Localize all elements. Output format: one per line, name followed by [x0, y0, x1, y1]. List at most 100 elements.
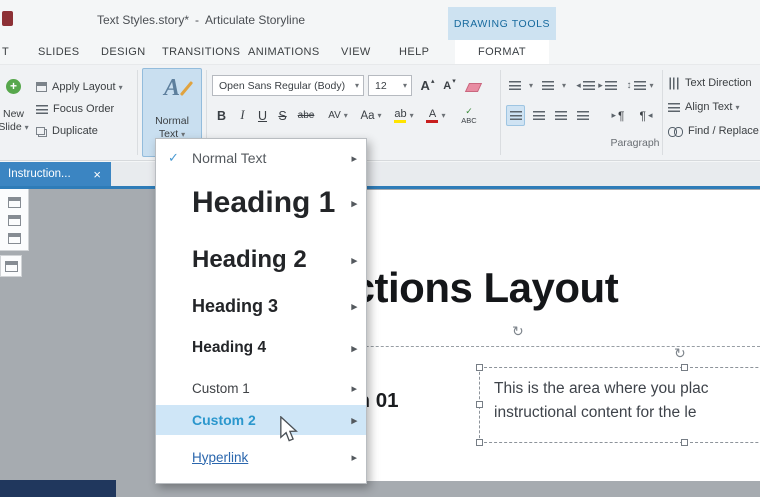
submenu-arrow-icon: ▸ — [351, 414, 357, 427]
app-name: Articulate Storyline — [205, 13, 306, 27]
bullet-list-icon — [508, 81, 521, 90]
line-spacing-button[interactable]: ↕ ▾ — [624, 75, 656, 96]
align-justify-button[interactable] — [573, 105, 592, 126]
align-text-label: Align Text — [685, 101, 733, 113]
menu-item-label: Normal Text — [192, 150, 267, 166]
document-title: Text Styles.story* — [97, 13, 190, 27]
focus-order-icon — [36, 104, 48, 114]
numbering-button[interactable]: ▾ — [541, 75, 567, 96]
rotate-handle[interactable]: ↻ — [512, 324, 524, 338]
kerning-label: AV — [328, 110, 341, 121]
font-name-value: Open Sans Regular (Body) — [219, 79, 346, 92]
ltr-arrow-icon: ▸ — [611, 110, 617, 120]
dropdown-arrow-icon: ▾ — [354, 81, 359, 90]
tab-slides[interactable]: SLIDES — [38, 40, 80, 64]
tab-partial[interactable]: T — [2, 40, 9, 64]
tab-transitions[interactable]: TRANSITIONS — [162, 40, 240, 64]
find-replace-label: Find / Replace — [688, 125, 759, 137]
strikethrough-button[interactable]: S — [273, 105, 292, 126]
close-tab-button[interactable]: × — [91, 168, 103, 181]
pilcrow-icon: ¶ — [618, 108, 625, 123]
align-left-button[interactable] — [506, 105, 525, 126]
apply-layout-button[interactable]: Apply Layout ▾ — [36, 77, 123, 97]
tab-design[interactable]: DESIGN — [101, 40, 146, 64]
binoculars-icon — [668, 126, 683, 137]
focus-order-label: Focus Order — [53, 103, 115, 115]
ltr-paragraph-button[interactable]: ▸ ¶ — [606, 105, 630, 126]
align-center-button[interactable] — [529, 105, 548, 126]
menu-item-custom-2[interactable]: Custom 2 ▸ — [156, 405, 366, 435]
spelling-button[interactable]: ✓ ABC — [454, 105, 484, 126]
focus-order-button[interactable]: Focus Order — [36, 99, 114, 119]
menu-item-label: Custom 1 — [192, 380, 250, 396]
rotate-handle[interactable]: ↻ — [674, 346, 686, 360]
font-color-button[interactable]: A ▾ — [423, 105, 449, 126]
document-tab[interactable]: Instruction... × — [0, 162, 111, 186]
new-slide-button[interactable]: + New Slide ▾ — [0, 67, 33, 156]
document-tab-label: Instruction... — [8, 168, 71, 180]
text-direction-label: Text Direction — [685, 77, 752, 89]
menu-item-heading-1[interactable]: Heading 1 ▸ — [156, 173, 366, 233]
menu-item-heading-2[interactable]: Heading 2 ▸ — [156, 233, 366, 287]
panel-icon[interactable] — [8, 197, 21, 208]
tab-view[interactable]: VIEW — [341, 40, 371, 64]
align-text-button[interactable]: Align Text ▾ — [668, 97, 740, 117]
tab-help[interactable]: HELP — [399, 40, 429, 64]
tab-animations[interactable]: ANIMATIONS — [248, 40, 320, 64]
menu-item-label: Hyperlink — [192, 449, 249, 465]
group-divider — [500, 70, 501, 155]
grow-font-label: A — [420, 78, 430, 93]
decrease-indent-button[interactable]: ◂ — [576, 75, 595, 96]
clear-formatting-button[interactable] — [464, 77, 483, 98]
menu-item-heading-3[interactable]: Heading 3 ▸ — [156, 287, 366, 325]
change-case-button[interactable]: Aa ▾ — [357, 105, 385, 126]
drawing-tools-context-tab[interactable]: DRAWING TOOLS — [448, 7, 556, 40]
spelling-label: ABC — [461, 115, 477, 125]
selection-handle[interactable] — [476, 364, 483, 371]
align-justify-icon — [576, 111, 589, 120]
menu-item-hyperlink[interactable]: Hyperlink ▸ — [156, 435, 366, 479]
highlight-color-button[interactable]: ab ▾ — [390, 105, 418, 126]
letter-a-icon: A — [163, 75, 180, 101]
bold-button[interactable]: B — [212, 105, 231, 126]
font-size-combo[interactable]: 12 ▾ — [368, 75, 412, 96]
menu-item-heading-4[interactable]: Heading 4 ▸ — [156, 325, 366, 371]
italic-button[interactable]: I — [233, 105, 252, 126]
layout-icon — [36, 82, 47, 92]
rtl-paragraph-button[interactable]: ¶ ◂ — [634, 105, 658, 126]
menu-item-label: Heading 3 — [192, 295, 279, 316]
selection-handle[interactable] — [681, 364, 688, 371]
panel-icon[interactable] — [8, 215, 21, 226]
selection-handle[interactable] — [476, 401, 483, 408]
panel-icon[interactable] — [8, 233, 21, 244]
tab-format[interactable]: FORMAT — [455, 40, 549, 64]
duplicate-label: Duplicate — [52, 125, 98, 137]
text-direction-button[interactable]: Text Direction — [668, 73, 752, 93]
selection-handle[interactable] — [681, 439, 688, 446]
font-name-combo[interactable]: Open Sans Regular (Body) ▾ — [212, 75, 364, 96]
textbox-line: instructional content for the le — [494, 404, 697, 422]
eraser-icon — [464, 83, 483, 92]
text-style-icon: A — [163, 75, 194, 109]
storyline-window: Text Styles.story* - Articulate Storyline … — [0, 0, 760, 497]
menu-item-custom-1[interactable]: Custom 1 ▸ — [156, 371, 366, 405]
selection-handle[interactable] — [476, 439, 483, 446]
abe-strike-button[interactable]: abe — [293, 105, 319, 126]
panel-icon — [5, 261, 18, 272]
collapsed-panel-button[interactable] — [0, 255, 22, 277]
shrink-font-button[interactable]: A ▾ — [440, 75, 459, 96]
grow-font-button[interactable]: A ▴ — [418, 75, 437, 96]
instruction-text-placeholder[interactable]: This is the area where you plac instruct… — [479, 367, 760, 443]
kerning-button[interactable]: AV ▾ — [323, 105, 353, 126]
menu-item-normal-text[interactable]: ✓ Normal Text ▸ — [156, 143, 366, 173]
increase-indent-button[interactable]: ▸ — [598, 75, 617, 96]
bullets-button[interactable]: ▾ — [508, 75, 534, 96]
dropdown-arrow-icon: ▾ — [343, 111, 348, 120]
duplicate-button[interactable]: Duplicate — [36, 121, 98, 141]
group-divider — [662, 70, 663, 155]
align-right-button[interactable] — [551, 105, 570, 126]
find-replace-button[interactable]: Find / Replace — [668, 121, 760, 141]
underline-button[interactable]: U — [253, 105, 272, 126]
dropdown-arrow-icon: ▾ — [377, 111, 382, 120]
grow-caret-icon: ▴ — [430, 78, 435, 85]
